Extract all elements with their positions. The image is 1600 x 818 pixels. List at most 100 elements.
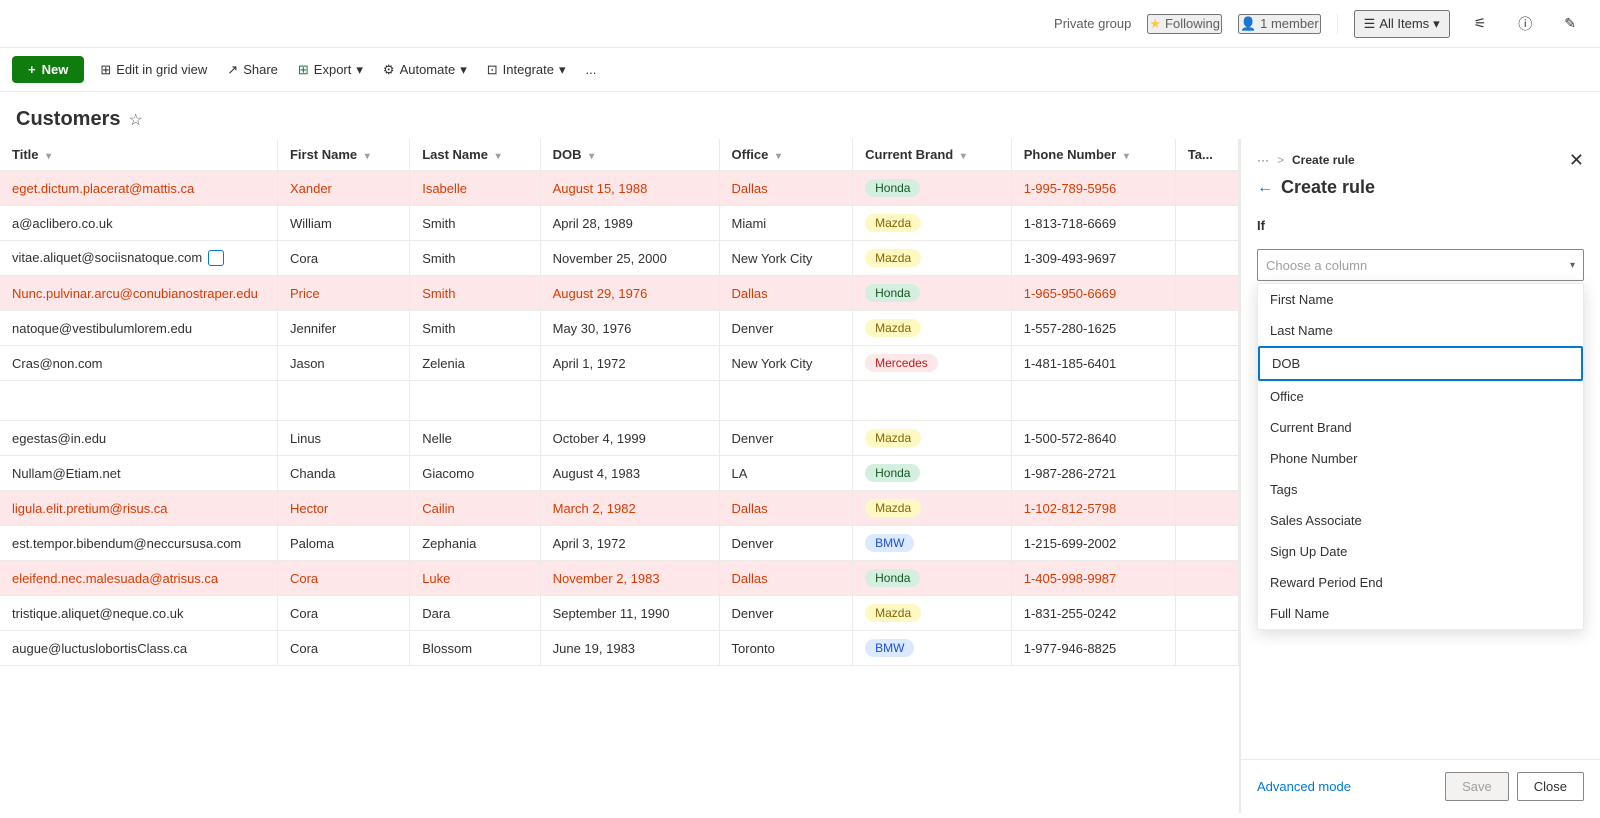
integrate-chevron-icon: ▾ <box>559 62 566 78</box>
col-dob[interactable]: DOB ▾ <box>540 139 719 171</box>
table-row[interactable]: augue@luctuslobortisClass.caCoraBlossomJ… <box>0 631 1239 666</box>
col-current-brand[interactable]: Current Brand ▾ <box>853 139 1012 171</box>
edit-button[interactable]: ✎ <box>1556 11 1584 36</box>
dropdown-item[interactable]: Office <box>1258 381 1583 412</box>
dropdown-item[interactable]: Tags <box>1258 474 1583 505</box>
more-icon: ... <box>586 62 597 77</box>
col-first-name[interactable]: First Name ▾ <box>277 139 409 171</box>
table-header-row: Title ▾ First Name ▾ Last Name ▾ DOB ▾ O… <box>0 139 1239 171</box>
dropdown-item[interactable]: Sales Associate <box>1258 505 1583 536</box>
col-title[interactable]: Title ▾ <box>0 139 277 171</box>
export-chevron-icon: ▾ <box>356 62 363 78</box>
breadcrumb-separator: > <box>1277 153 1284 167</box>
table-cell: Nullam@Etiam.net <box>0 456 277 491</box>
brand-badge: Mazda <box>865 429 921 447</box>
dropdown-item[interactable]: Phone Number <box>1258 443 1583 474</box>
dropdown-item[interactable]: Current Brand <box>1258 412 1583 443</box>
dropdown-item[interactable]: Sign Up Date <box>1258 536 1583 567</box>
table-row[interactable]: tristique.aliquet@neque.co.ukCoraDaraSep… <box>0 596 1239 631</box>
column-dropdown-container: Choose a column ▾ First NameLast NameDOB… <box>1257 249 1584 281</box>
private-group-label: Private group <box>1054 16 1131 31</box>
sort-icon: ▾ <box>365 151 370 162</box>
dropdown-item[interactable]: Last Name <box>1258 315 1583 346</box>
sort-icon: ▾ <box>589 151 594 162</box>
all-items-button[interactable]: ☰ All Items ▾ <box>1354 10 1450 38</box>
brand-badge: Mazda <box>865 604 921 622</box>
table-cell: 1-102-812-5798 <box>1011 491 1175 526</box>
table-cell <box>1175 631 1238 666</box>
favorite-star-icon[interactable]: ☆ <box>128 110 142 130</box>
share-button[interactable]: ↗ Share <box>219 58 286 82</box>
following-label: Following <box>1165 16 1220 31</box>
table-cell <box>1175 346 1238 381</box>
chat-icon[interactable] <box>208 250 224 266</box>
col-office[interactable]: Office ▾ <box>719 139 853 171</box>
export-button[interactable]: ⊞ Export ▾ <box>290 58 371 82</box>
dropdown-item[interactable]: Reward Period End <box>1258 567 1583 598</box>
table-cell: egestas@in.edu <box>0 421 277 456</box>
table-row[interactable]: ligula.elit.pretium@risus.caHectorCailin… <box>0 491 1239 526</box>
table-row[interactable]: est.tempor.bibendum@neccursusa.comPaloma… <box>0 526 1239 561</box>
column-dropdown[interactable]: Choose a column ▾ <box>1257 249 1584 281</box>
plus-icon: + <box>28 62 36 77</box>
table-cell: Zephania <box>410 526 540 561</box>
automate-button[interactable]: ⚙ Automate ▾ <box>375 58 475 82</box>
table-cell: Paloma <box>277 526 409 561</box>
edit-grid-label: Edit in grid view <box>116 62 207 77</box>
new-button[interactable]: + New <box>12 56 84 83</box>
table-row[interactable]: a@aclibero.co.ukWilliamSmithApril 28, 19… <box>0 206 1239 241</box>
panel-back-button[interactable]: ← <box>1257 179 1273 197</box>
table-cell: Giacomo <box>410 456 540 491</box>
table-row[interactable]: Nullam@Etiam.netChandaGiacomoAugust 4, 1… <box>0 456 1239 491</box>
table-cell: 1-557-280-1625 <box>1011 311 1175 346</box>
table-row[interactable]: natoque@vestibulumlorem.eduJenniferSmith… <box>0 311 1239 346</box>
panel-buttons: Save Close <box>1445 772 1584 801</box>
table-row[interactable]: eget.dictum.placerat@mattis.caXanderIsab… <box>0 171 1239 206</box>
table-row[interactable]: eleifend.nec.malesuada@atrisus.caCoraLuk… <box>0 561 1239 596</box>
dropdown-item[interactable]: First Name <box>1258 284 1583 315</box>
brand-badge: Mercedes <box>865 354 938 372</box>
table-cell: Honda <box>853 561 1012 596</box>
dropdown-arrow-icon: ▾ <box>1570 260 1575 271</box>
save-button[interactable]: Save <box>1445 772 1509 801</box>
table-row[interactable]: vitae.aliquet@sociisnatoque.comCoraSmith… <box>0 241 1239 276</box>
table-row[interactable]: egestas@in.eduLinusNelleOctober 4, 1999D… <box>0 421 1239 456</box>
brand-badge: Honda <box>865 179 920 197</box>
share-label: Share <box>243 62 278 77</box>
col-phone-number[interactable]: Phone Number ▾ <box>1011 139 1175 171</box>
table-cell: Cailin <box>410 491 540 526</box>
panel-breadcrumb: ··· > Create rule ✕ <box>1241 139 1600 169</box>
table-row[interactable]: Nunc.pulvinar.arcu@conubianostraper.eduP… <box>0 276 1239 311</box>
table-cell: Price <box>277 276 409 311</box>
person-icon: 👤 <box>1240 16 1256 32</box>
main-content: Title ▾ First Name ▾ Last Name ▾ DOB ▾ O… <box>0 139 1600 813</box>
col-last-name[interactable]: Last Name ▾ <box>410 139 540 171</box>
integrate-button[interactable]: ⊡ Integrate ▾ <box>479 58 574 82</box>
more-button[interactable]: ... <box>578 58 605 81</box>
edit-grid-button[interactable]: ⊞ Edit in grid view <box>92 58 215 82</box>
table-cell: Mazda <box>853 596 1012 631</box>
share-icon: ↗ <box>227 62 238 78</box>
table-cell: vitae.aliquet@sociisnatoque.com <box>0 241 277 276</box>
members-button[interactable]: 👤 1 member <box>1238 14 1321 34</box>
col-tags[interactable]: Ta... <box>1175 139 1238 171</box>
table-cell: Smith <box>410 241 540 276</box>
close-panel-button[interactable]: Close <box>1517 772 1584 801</box>
filter-button[interactable]: ⚟ <box>1466 11 1495 36</box>
table-cell: Mercedes <box>853 346 1012 381</box>
advanced-mode-link[interactable]: Advanced mode <box>1257 779 1351 794</box>
table-cell: Honda <box>853 276 1012 311</box>
table-cell: eget.dictum.placerat@mattis.ca <box>0 171 277 206</box>
panel-close-button[interactable]: ✕ <box>1569 151 1584 169</box>
dropdown-item[interactable]: DOB <box>1258 346 1583 381</box>
table-row[interactable]: Cras@non.comJasonZeleniaApril 1, 1972New… <box>0 346 1239 381</box>
table-cell: 1-309-493-9697 <box>1011 241 1175 276</box>
table-cell: Cras@non.com <box>0 346 277 381</box>
all-items-label: All Items <box>1379 16 1429 31</box>
dropdown-item[interactable]: Full Name <box>1258 598 1583 629</box>
following-button[interactable]: ★ Following <box>1147 14 1222 34</box>
info-button[interactable]: ⓘ <box>1510 10 1540 38</box>
table-cell: Luke <box>410 561 540 596</box>
table-cell: Blossom <box>410 631 540 666</box>
table-cell: 1-481-185-6401 <box>1011 346 1175 381</box>
